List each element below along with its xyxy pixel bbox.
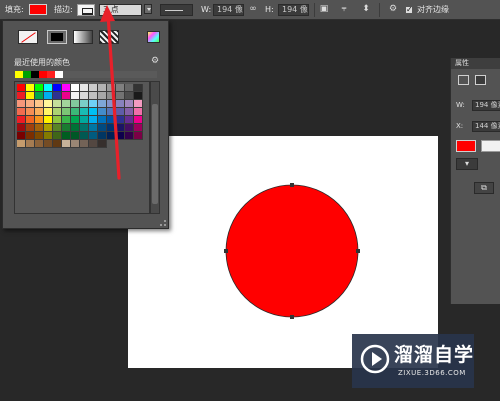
watermark-title: 溜溜自学 xyxy=(394,344,475,366)
annotation-arrow-head xyxy=(100,5,115,22)
play-logo-icon xyxy=(360,344,390,374)
watermark: 溜溜自学 ZIXUE.3D66.COM xyxy=(352,334,474,388)
watermark-url: ZIXUE.3D66.COM xyxy=(398,369,466,377)
annotation-arrow-shaft xyxy=(106,12,121,180)
